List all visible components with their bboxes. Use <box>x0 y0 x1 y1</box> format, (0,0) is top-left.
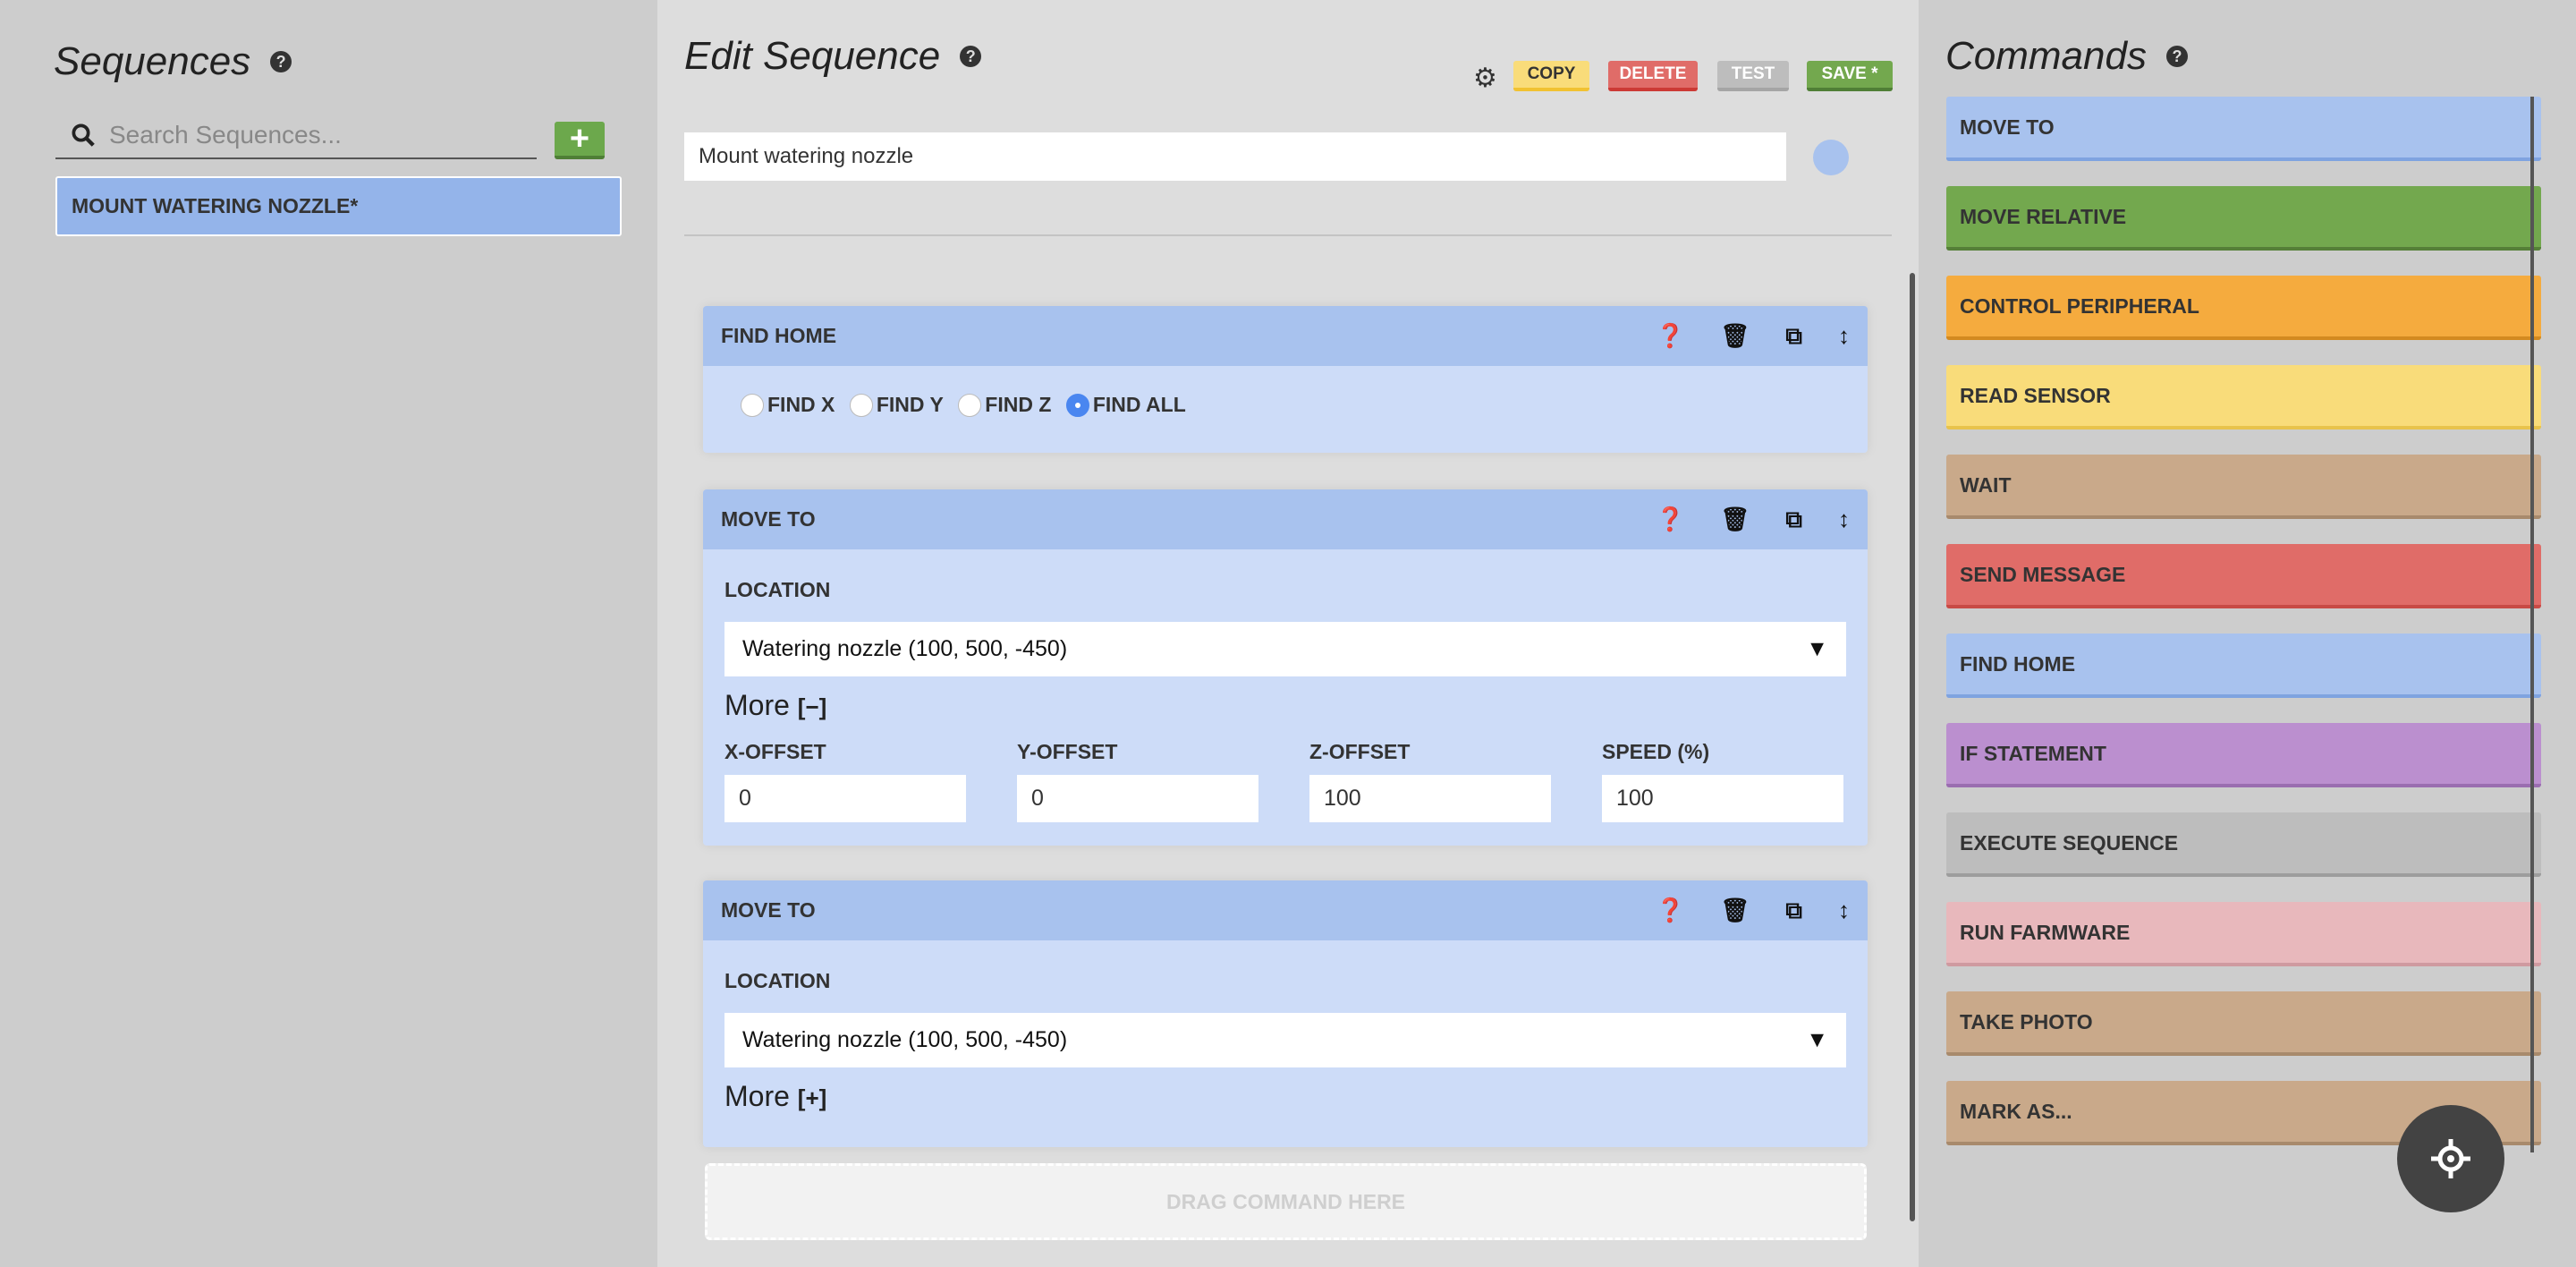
save-button[interactable]: SAVE * <box>1807 61 1893 91</box>
sequence-name-input[interactable]: Mount watering nozzle <box>684 132 1786 181</box>
radio-find-all[interactable]: FIND ALL <box>1065 393 1186 417</box>
chevron-down-icon: ▼ <box>1806 1027 1828 1052</box>
trash-icon[interactable]: 🗑 <box>1720 897 1750 924</box>
edit-sequence-title: Edit Sequence? <box>684 34 982 79</box>
drop-zone[interactable]: DRAG COMMAND HERE <box>705 1163 1867 1240</box>
x-offset-input[interactable] <box>724 775 966 822</box>
chevron-down-icon: ▼ <box>1806 636 1828 661</box>
step-find-home[interactable]: FIND HOME ❓ 🗑 ⧉ ↕ FIND X FIND Y FIND Z FIND… <box>703 306 1868 453</box>
location-label: LOCATION <box>724 578 831 601</box>
sequences-title: Sequences? <box>54 39 292 84</box>
radio-find-y[interactable]: FIND Y <box>849 393 944 417</box>
z-offset-input[interactable] <box>1309 775 1551 822</box>
speed-label: SPEED (%) <box>1602 740 1710 763</box>
step-title: FIND HOME <box>721 324 837 347</box>
more-toggle[interactable]: More [−] <box>724 689 1846 722</box>
help-icon[interactable]: ❓ <box>1656 506 1684 533</box>
trash-icon[interactable]: 🗑 <box>1720 322 1750 350</box>
add-sequence-button[interactable]: + <box>555 120 605 159</box>
trash-icon[interactable]: 🗑 <box>1720 506 1750 533</box>
command-execute-sequence[interactable]: EXECUTE SEQUENCE <box>1946 812 2541 877</box>
location-select[interactable]: Watering nozzle (100, 500, -450) ▼ <box>724 622 1846 676</box>
search-sequences-input[interactable]: Search Sequences... <box>55 112 537 159</box>
drag-handle-icon[interactable]: ↕ <box>1838 322 1850 350</box>
command-take-photo[interactable]: TAKE PHOTO <box>1946 991 2541 1056</box>
help-icon[interactable]: ? <box>270 51 292 72</box>
help-icon[interactable]: ? <box>960 46 982 67</box>
command-if-statement[interactable]: IF STATEMENT <box>1946 723 2541 787</box>
copy-button[interactable]: COPY <box>1513 61 1589 91</box>
find-home-options: FIND X FIND Y FIND Z FIND ALL <box>703 366 1868 448</box>
sequences-panel: Sequences? Search Sequences... + MOUNT W… <box>0 0 657 1267</box>
search-icon <box>72 123 95 147</box>
duplicate-icon[interactable]: ⧉ <box>1785 897 1802 925</box>
step-move-to[interactable]: MOVE TO ❓ 🗑 ⧉ ↕ LOCATION Watering nozzle (1… <box>703 489 1868 846</box>
more-toggle[interactable]: More [+] <box>724 1080 1846 1113</box>
command-run-farmware[interactable]: RUN FARMWARE <box>1946 902 2541 966</box>
command-wait[interactable]: WAIT <box>1946 455 2541 519</box>
delete-button[interactable]: DELETE <box>1608 61 1698 91</box>
x-offset-label: X-OFFSET <box>724 740 826 763</box>
gear-icon[interactable]: ⚙ <box>1473 63 1497 94</box>
scrollbar[interactable] <box>1910 273 1915 1221</box>
command-find-home[interactable]: FIND HOME <box>1946 634 2541 698</box>
y-offset-label: Y-OFFSET <box>1017 740 1118 763</box>
drag-handle-icon[interactable]: ↕ <box>1838 897 1850 924</box>
command-move-to[interactable]: MOVE TO <box>1946 97 2541 161</box>
command-move-relative[interactable]: MOVE RELATIVE <box>1946 186 2541 251</box>
y-offset-input[interactable] <box>1017 775 1258 822</box>
location-label: LOCATION <box>724 969 831 992</box>
help-icon[interactable]: ? <box>2165 46 2188 67</box>
step-title: MOVE TO <box>721 507 816 531</box>
duplicate-icon[interactable]: ⧉ <box>1785 322 1802 351</box>
commands-panel: Commands? MOVE TO MOVE RELATIVE CONTROL PE… <box>1919 0 2576 1267</box>
edit-sequence-panel: Edit Sequence? ⚙ COPY DELETE TEST SAVE *… <box>657 0 1919 1267</box>
radio-find-x[interactable]: FIND X <box>741 393 835 417</box>
controls-fab[interactable] <box>2397 1105 2504 1212</box>
divider <box>684 234 1892 236</box>
color-picker[interactable] <box>1813 140 1849 175</box>
crosshair-icon <box>2431 1139 2470 1178</box>
help-icon[interactable]: ❓ <box>1656 897 1684 924</box>
speed-input[interactable] <box>1602 775 1843 822</box>
command-control-peripheral[interactable]: CONTROL PERIPHERAL <box>1946 276 2541 340</box>
test-button[interactable]: TEST <box>1717 61 1789 91</box>
z-offset-label: Z-OFFSET <box>1309 740 1411 763</box>
duplicate-icon[interactable]: ⧉ <box>1785 506 1802 534</box>
scrollbar[interactable] <box>2530 97 2534 1152</box>
sequence-list-item[interactable]: MOUNT WATERING NOZZLE* <box>55 176 622 236</box>
radio-find-z[interactable]: FIND Z <box>958 393 1051 417</box>
command-send-message[interactable]: SEND MESSAGE <box>1946 544 2541 608</box>
step-title: MOVE TO <box>721 898 816 922</box>
location-select[interactable]: Watering nozzle (100, 500, -450) ▼ <box>724 1013 1846 1067</box>
command-read-sensor[interactable]: READ SENSOR <box>1946 365 2541 429</box>
step-move-to[interactable]: MOVE TO ❓ 🗑 ⧉ ↕ LOCATION Watering nozzle (1… <box>703 880 1868 1147</box>
drag-handle-icon[interactable]: ↕ <box>1838 506 1850 533</box>
help-icon[interactable]: ❓ <box>1656 322 1684 350</box>
commands-title: Commands? <box>1945 34 2188 79</box>
